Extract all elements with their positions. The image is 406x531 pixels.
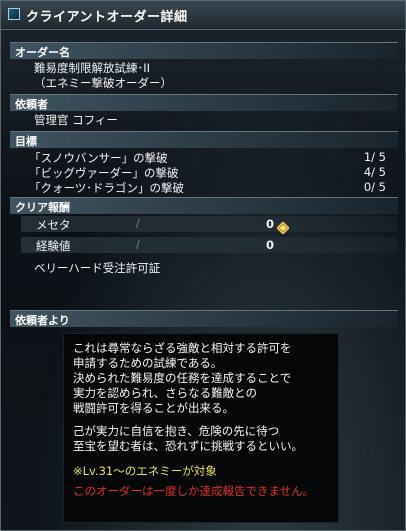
title-bar[interactable]: クライアントオーダー詳細 (1, 1, 405, 30)
message-line: 申請するための試練である。 (73, 356, 223, 370)
order-name-line2: （エネミー撃破オーダー） (34, 76, 172, 90)
meseta-coin-icon (276, 219, 290, 235)
exp-slash: / (136, 238, 140, 251)
order-name-header: オーダー名 (10, 42, 398, 59)
meseta-slash: / (136, 217, 140, 230)
rewards-header: クリア報酬 (10, 197, 398, 214)
message-line: 己が実力に自信を抱き、危険の先に待つ (73, 424, 280, 438)
window-icon (8, 8, 20, 20)
message-header: 依頼者より (10, 310, 398, 327)
level-note: ※Lv.31～のエネミーが対象 (73, 464, 217, 478)
client-order-detail-window: クライアントオーダー詳細 オーダー名 難易度制限解放試練･II （エネミー撃破オ… (0, 0, 406, 531)
order-name-line1: 難易度制限解放試練･II (34, 61, 151, 75)
requester-header: 依頼者 (10, 94, 398, 111)
goal-progress: 1/ 5 (363, 150, 386, 164)
message-line: 戦闘許可を得ることが出来る。 (73, 401, 234, 415)
goal-progress: 0/ 5 (363, 180, 386, 194)
goal-label: 「クォーツ･ドラゴン」の撃破 (29, 181, 185, 195)
one-time-warning: このオーダーは一度しか達成報告できません。 (73, 484, 315, 498)
order-name-header-label: オーダー名 (15, 46, 70, 59)
goal-label: 「スノウバンサー」の撃破 (29, 151, 168, 165)
goals-header: 目標 (10, 131, 398, 148)
meseta-value: 0 (265, 217, 274, 231)
meseta-row (21, 216, 397, 232)
exp-row (21, 237, 397, 253)
message-line: 至宝を望む者は、恐れずに挑戦するといい。 (73, 439, 303, 453)
goal-progress: 4/ 5 (363, 165, 386, 179)
requester-name: 管理官 コフィー (34, 113, 118, 127)
exp-label: 経験値 (36, 239, 71, 253)
message-header-label: 依頼者より (15, 314, 70, 327)
message-line: これは尋常ならざる強敵と相対する許可を (73, 341, 292, 355)
rewards-header-label: クリア報酬 (15, 201, 70, 214)
message-line: 実力を認められ、さらなる難敵との (73, 386, 257, 400)
message-line: 決められた難易度の任務を達成することで (73, 371, 292, 385)
reward-unlock-item: ベリーハード受注許可証 (34, 261, 161, 275)
exp-value: 0 (265, 238, 274, 252)
window-title: クライアントオーダー詳細 (26, 10, 188, 25)
goal-label: 「ビッグヴァーダー」の撃破 (29, 166, 179, 180)
meseta-label: メセタ (36, 218, 71, 232)
goals-header-label: 目標 (15, 135, 37, 148)
requester-header-label: 依頼者 (15, 98, 48, 111)
